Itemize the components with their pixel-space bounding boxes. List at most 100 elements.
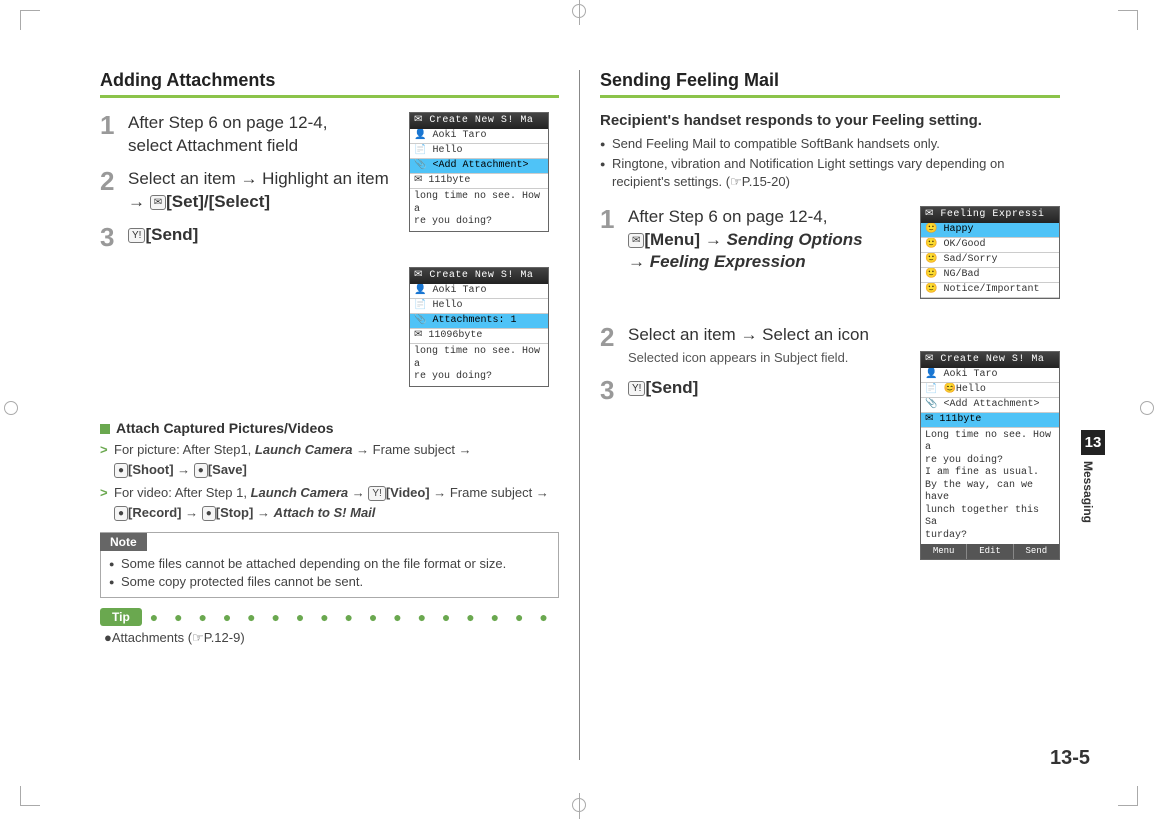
text: For picture: After Step1, [114,442,255,457]
ss-row: 👤 Aoki Taro [410,284,548,299]
ss-title: ✉ Feeling Expressi [921,207,1059,223]
arrow: → [128,192,150,211]
text: → Frame subject → [430,485,549,500]
ss-row: 🙂 Notice/Important [921,283,1059,298]
menu-item-label: Sending Options [727,230,863,249]
softkey-bar: Menu Edit Send [921,544,1059,559]
button-label: [Send] [145,225,198,244]
tip-dots: ● ● ● ● ● ● ● ● ● ● ● ● ● ● ● ● ● ● ● ● … [150,609,559,625]
ss-row: 📄 😊Hello [921,383,1059,398]
phone-screenshot-create-mail-2: ✉ Create New S! Ma 👤 Aoki Taro 📄 Hello 📎… [409,267,549,387]
step-number: 1 [100,112,128,138]
registration-mark [1140,401,1154,415]
chapter-number: 13 [1081,430,1105,455]
side-tab: 13 Messaging [1081,430,1105,529]
page-number: 13-5 [1050,747,1090,770]
step-2: 2 Select an item → Select an icon Select… [600,324,900,366]
button-label: [Set]/[Select] [166,192,270,211]
ss-row: 📄 Hello [410,144,548,159]
bullet-item: Ringtone, vibration and Notification Lig… [600,155,1060,191]
mail-icon: ✉ [628,233,644,248]
sub-heading: Attach Captured Pictures/Videos [100,420,559,436]
bullet-item: Send Feeling Mail to compatible SoftBank… [600,135,1060,153]
mail-icon: ✉ [150,195,166,210]
crop-mark [1118,786,1138,806]
ss-row-highlighted: 📎 <Add Attachment> [410,159,548,174]
softkey-send: Send [1014,544,1059,559]
launch-camera-label: Launch Camera [255,442,353,457]
step-number: 3 [100,224,128,250]
launch-camera-label: Launch Camera [251,485,349,500]
step-number: 3 [600,377,628,403]
ss-row: 📄 Hello [410,299,548,314]
center-key-icon: ● [114,463,128,478]
ss-body: long time no see. How a re you doing? [410,189,548,231]
yahoo-key-icon: Y! [128,228,145,243]
step-text: Select an item → Select an icon [628,325,869,344]
ss-body: long time no see. How a re you doing? [410,344,548,386]
intro-text: Recipient's handset responds to your Fee… [600,112,1060,129]
ss-row: 🙂 NG/Bad [921,268,1059,283]
button-label: [Save] [208,462,247,477]
yahoo-key-icon: Y! [368,486,385,501]
button-label: [Send] [645,378,698,397]
registration-mark [4,401,18,415]
menu-item-label: Feeling Expression [650,252,806,271]
ss-row: 🙂 Sad/Sorry [921,253,1059,268]
step-number: 2 [600,324,628,350]
sub-heading-text: Attach Captured Pictures/Videos [116,420,334,436]
yahoo-key-icon: Y! [628,381,645,396]
center-key-icon: ● [202,506,216,521]
ss-row: 🙂 OK/Good [921,238,1059,253]
square-bullet-icon [100,424,110,434]
text: → [253,505,273,520]
chapter-label: Messaging [1081,455,1095,529]
ss-row-highlighted: 📎 Attachments: 1 [410,314,548,329]
step-text: select Attachment field [128,136,298,155]
note-label: Note [100,533,147,551]
right-column: Sending Feeling Mail Recipient's handset… [580,70,1060,760]
step-1: 1 After Step 6 on page 12-4, select Atta… [100,112,400,158]
chevron-item: For picture: After Step1, Launch Camera … [100,440,559,479]
ss-row-highlighted: 🙂 Happy [921,223,1059,238]
bullet-list: Send Feeling Mail to compatible SoftBank… [600,135,1060,192]
step-text: Select an item [128,169,240,188]
ss-title: ✉ Create New S! Ma [410,113,548,129]
ss-row-highlighted: ✉ 111byte [921,413,1059,428]
center-key-icon: ● [194,463,208,478]
softkey-edit: Edit [967,544,1013,559]
step-subtext: Selected icon appears in Subject field. [628,349,900,367]
arrow: → [628,252,650,271]
registration-mark [572,798,586,812]
ss-body: Long time no see. How a re you doing? I … [921,428,1059,545]
text: → Frame subject → [352,442,471,457]
step-3: 3 Y![Send] [100,224,400,250]
step-number: 2 [100,168,128,194]
step-number: 1 [600,206,628,232]
step-text: After Step 6 on page 12-4, [128,113,327,132]
text: → [174,462,194,477]
ss-row: 👤 Aoki Taro [921,368,1059,383]
crop-mark [20,786,40,806]
page-content: Adding Attachments 1 After Step 6 on pag… [100,70,1070,760]
ss-row: ✉ 111byte [410,174,548,189]
attach-label: Attach to S! Mail [274,505,376,520]
crop-mark [20,10,40,30]
step-3: 3 Y![Send] [600,377,900,403]
ss-title: ✉ Create New S! Ma [921,352,1059,368]
center-key-icon: ● [114,506,128,521]
button-label: [Shoot] [128,462,173,477]
registration-mark [572,4,586,18]
crop-mark [1118,10,1138,30]
button-label: [Record] [128,505,181,520]
text: → [182,505,202,520]
step-text: After Step 6 on page 12-4, [628,207,827,226]
note-box: Note Some files cannot be attached depen… [100,532,559,598]
phone-screenshot-feeling-menu: ✉ Feeling Expressi 🙂 Happy 🙂 OK/Good 🙂 S… [920,206,1060,299]
step-1: 1 After Step 6 on page 12-4, ✉[Menu] → S… [600,206,900,275]
arrow: → [240,169,257,188]
button-label: [Video] [386,485,430,500]
tip-row: Tip ● ● ● ● ● ● ● ● ● ● ● ● ● ● ● ● ● ● … [100,608,559,626]
ss-row: 👤 Aoki Taro [410,129,548,144]
button-label: [Stop] [216,505,254,520]
